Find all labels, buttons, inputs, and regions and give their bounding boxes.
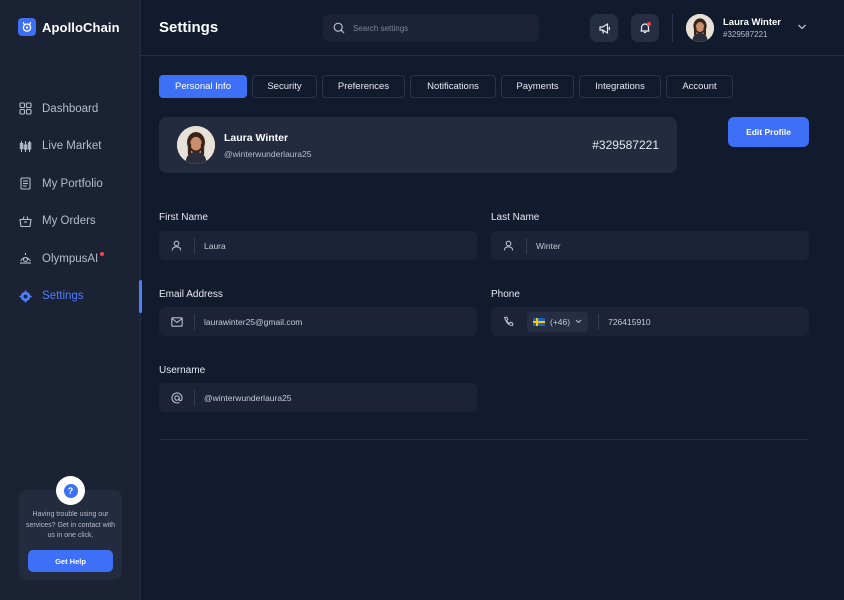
phone-label: Phone (491, 289, 520, 300)
sidebar-item-label: My Orders (42, 215, 96, 228)
ai-icon (20, 253, 31, 264)
sidebar-item-my-portfolio[interactable]: My Portfolio (0, 165, 141, 203)
top-bar: Settings Laura Winter #329587221 (141, 0, 844, 56)
notifications-button[interactable] (631, 14, 659, 42)
user-name: Laura Winter (723, 17, 781, 28)
sidebar-item-label: My Portfolio (42, 177, 103, 190)
last-name-field[interactable] (491, 231, 809, 260)
help-card: ? Having trouble using our services? Get… (19, 476, 122, 580)
user-icon (159, 240, 194, 251)
settings-tabs: Personal Info Security Preferences Notif… (159, 75, 733, 98)
chevron-down-icon (575, 319, 582, 324)
first-name-label: First Name (159, 212, 208, 223)
email-input[interactable] (195, 307, 477, 336)
brand[interactable]: ApolloChain (18, 18, 120, 36)
tab-personal-info[interactable]: Personal Info (159, 75, 247, 98)
search-bar[interactable] (323, 14, 539, 42)
last-name-input[interactable] (527, 231, 809, 260)
grid-icon (19, 102, 32, 115)
avatar (177, 126, 215, 164)
sweden-flag-icon (533, 317, 545, 326)
search-input[interactable] (353, 23, 523, 33)
country-code-select[interactable]: (+46) (527, 311, 589, 332)
search-icon (333, 22, 345, 34)
help-icon: ? (56, 476, 85, 505)
notification-dot (647, 22, 651, 26)
announcement-button[interactable] (590, 14, 618, 42)
basket-icon (19, 216, 32, 227)
sidebar-item-live-market[interactable]: Live Market (0, 128, 141, 166)
sidebar-item-olympusai[interactable]: OlympusAI (0, 240, 141, 278)
edit-profile-button[interactable]: Edit Profile (728, 117, 809, 147)
get-help-button[interactable]: Get Help (28, 550, 113, 572)
chevron-down-icon[interactable] (797, 23, 807, 31)
sidebar-item-label: Live Market (42, 140, 102, 153)
tab-payments[interactable]: Payments (501, 75, 574, 98)
user-menu[interactable]: Laura Winter #329587221 (686, 14, 781, 42)
sidebar-item-settings[interactable]: Settings (0, 278, 142, 316)
tab-notifications[interactable]: Notifications (410, 75, 496, 98)
username-input[interactable] (195, 383, 477, 412)
tab-integrations[interactable]: Integrations (579, 75, 661, 98)
last-name-label: Last Name (491, 212, 540, 223)
phone-field[interactable]: (+46) (491, 307, 809, 336)
help-text: Having trouble using our services? Get i… (25, 511, 116, 539)
first-name-input[interactable] (195, 231, 477, 260)
first-name-field[interactable] (159, 231, 477, 260)
megaphone-icon (598, 22, 610, 34)
profile-id: #329587221 (592, 138, 659, 152)
notification-dot (100, 252, 105, 257)
divider (672, 14, 673, 42)
country-code: (+46) (550, 316, 571, 327)
avatar (686, 14, 714, 42)
username-field[interactable] (159, 383, 477, 412)
profile-name: Laura Winter (224, 131, 289, 144)
user-id: #329587221 (723, 30, 768, 39)
sidebar-item-label: Settings (42, 290, 84, 303)
sidebar-item-dashboard[interactable]: Dashboard (0, 90, 141, 128)
username-label: Username (159, 365, 206, 376)
at-icon (159, 391, 194, 404)
phone-input[interactable] (599, 307, 809, 336)
mail-icon (159, 316, 194, 327)
phone-icon (491, 316, 526, 327)
tab-account[interactable]: Account (666, 75, 733, 98)
user-icon (491, 240, 526, 251)
sidebar-nav: Dashboard Live Market My Portfolio My Or… (0, 90, 142, 316)
section-divider (159, 439, 809, 440)
sidebar-item-label: OlympusAI (42, 252, 99, 265)
sidebar-item-label: Dashboard (42, 102, 99, 115)
tab-preferences[interactable]: Preferences (322, 75, 405, 98)
apollo-logo-icon (18, 18, 36, 36)
brand-name: ApolloChain (42, 19, 120, 35)
document-icon (20, 177, 31, 190)
tab-security[interactable]: Security (252, 75, 317, 98)
candlestick-icon (19, 140, 32, 152)
profile-card: Laura Winter @winterwunderlaura25 #32958… (159, 117, 677, 173)
email-field[interactable] (159, 307, 477, 336)
sidebar: ApolloChain Dashboard Live Market My Por… (0, 0, 142, 600)
profile-handle: @winterwunderlaura25 (224, 148, 312, 159)
page-title: Settings (159, 19, 219, 36)
email-label: Email Address (159, 289, 223, 300)
gear-icon (19, 290, 32, 303)
sidebar-item-my-orders[interactable]: My Orders (0, 203, 141, 241)
